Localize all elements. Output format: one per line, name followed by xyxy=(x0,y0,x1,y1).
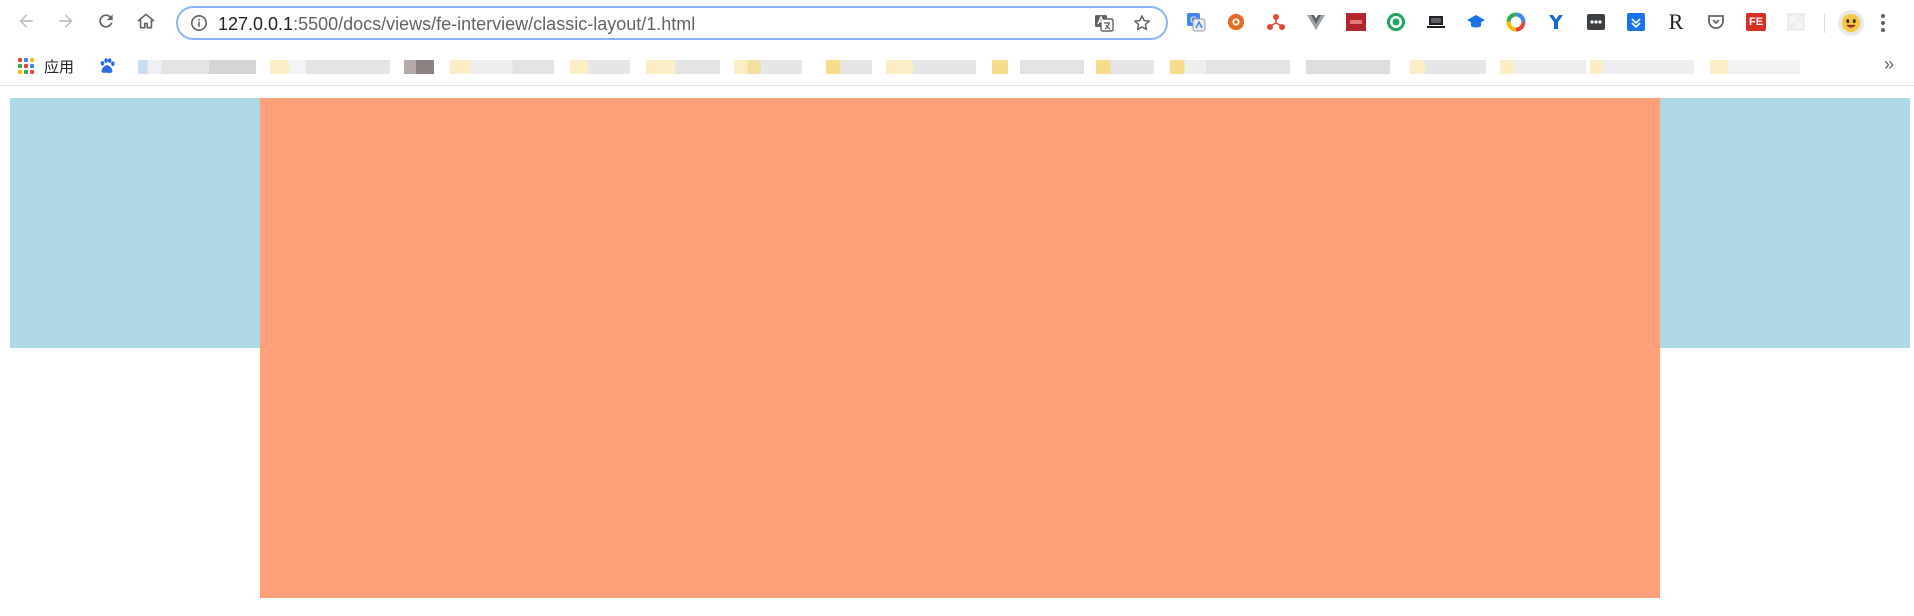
browser-toolbar: 127.0.0.1:5500/docs/views/fe-interview/c… xyxy=(0,0,1914,46)
home-icon xyxy=(136,11,156,36)
baidu-paw-icon[interactable] xyxy=(98,57,116,75)
fe-badge-text: FE xyxy=(1748,16,1764,28)
apps-grid-icon xyxy=(18,58,34,74)
reload-button[interactable] xyxy=(94,11,118,35)
info-icon[interactable] xyxy=(190,14,208,32)
bookmark-item[interactable] xyxy=(1020,60,1084,74)
dots-box-icon[interactable] xyxy=(1586,12,1606,32)
salmon-block xyxy=(260,98,1660,598)
download-box-icon[interactable] xyxy=(1626,12,1646,32)
green-circle-icon[interactable] xyxy=(1386,12,1406,32)
page-viewport xyxy=(0,87,1914,616)
google-translate-icon[interactable]: G xyxy=(1186,12,1206,32)
url-path: :5500/docs/views/fe-interview/classic-la… xyxy=(293,14,696,34)
arrow-right-icon xyxy=(56,11,76,36)
graduation-cap-icon[interactable] xyxy=(1466,12,1486,32)
fe-badge-icon[interactable]: FE xyxy=(1746,12,1766,32)
bookmark-item[interactable] xyxy=(1096,60,1154,74)
smiley-icon xyxy=(1841,13,1861,33)
bookmark-item[interactable] xyxy=(570,60,630,74)
laptop-icon[interactable] xyxy=(1426,12,1446,32)
arrow-left-icon xyxy=(16,11,36,36)
profile-avatar[interactable] xyxy=(1838,10,1864,36)
home-button[interactable] xyxy=(134,11,158,35)
bookmark-item[interactable] xyxy=(138,60,256,74)
reload-icon xyxy=(96,11,116,36)
star-icon[interactable] xyxy=(1132,13,1152,33)
bookmark-item[interactable] xyxy=(992,60,1008,74)
back-button[interactable] xyxy=(14,11,38,35)
bookmark-item[interactable] xyxy=(1410,60,1486,74)
rainbow-ring-icon[interactable] xyxy=(1506,12,1526,32)
bookmarks-bar: 应用 » xyxy=(0,46,1914,86)
bookmark-item[interactable] xyxy=(646,60,720,74)
bookmark-item[interactable] xyxy=(450,60,554,74)
bookmark-item[interactable] xyxy=(1710,60,1800,74)
bookmark-item[interactable] xyxy=(1306,60,1390,74)
orange-circle-icon[interactable] xyxy=(1226,12,1246,32)
bookmark-item[interactable] xyxy=(1590,60,1694,74)
y-logo-icon[interactable] xyxy=(1546,12,1566,32)
vue-devtools-icon[interactable] xyxy=(1306,12,1326,32)
toolbar-divider xyxy=(1824,13,1825,33)
browser-menu-button[interactable] xyxy=(1878,12,1888,34)
address-bar[interactable]: 127.0.0.1:5500/docs/views/fe-interview/c… xyxy=(176,6,1168,40)
pocket-icon[interactable] xyxy=(1706,12,1726,32)
bookmark-item[interactable] xyxy=(270,60,390,74)
red-square-icon[interactable] xyxy=(1346,12,1366,32)
bookmark-item[interactable] xyxy=(826,60,872,74)
url-host: 127.0.0.1 xyxy=(218,14,294,34)
bookmark-item[interactable] xyxy=(886,60,976,74)
url-text[interactable]: 127.0.0.1:5500/docs/views/fe-interview/c… xyxy=(218,14,695,34)
forward-button[interactable] xyxy=(54,11,78,35)
bookmark-item[interactable] xyxy=(1500,60,1586,74)
bookmarks-overflow-button[interactable]: » xyxy=(1884,54,1894,75)
apps-label: 应用 xyxy=(44,58,75,76)
bookmark-item[interactable] xyxy=(734,60,802,74)
bookmark-item[interactable] xyxy=(1170,60,1290,74)
blank-square-icon[interactable] xyxy=(1786,12,1806,32)
r-letter-icon[interactable]: R xyxy=(1666,9,1686,34)
apps-shortcut[interactable]: 应用 xyxy=(18,54,74,78)
bookmark-item[interactable] xyxy=(404,60,434,74)
network-icon[interactable] xyxy=(1266,12,1286,32)
translate-icon[interactable] xyxy=(1094,13,1114,33)
r-letter-text: R xyxy=(1668,9,1684,34)
